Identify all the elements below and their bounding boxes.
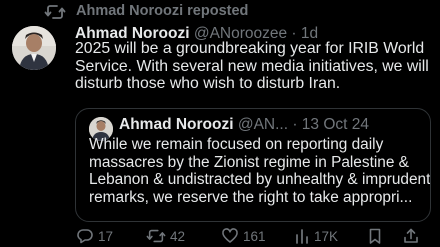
bookmark-button[interactable]	[367, 227, 383, 245]
like-count: 161	[243, 228, 266, 244]
share-button[interactable]	[402, 227, 420, 245]
quoted-author-handle-time: @AN... · 13 Oct 24	[233, 116, 370, 133]
repost-count: 42	[170, 228, 186, 244]
repost-button[interactable]: 42	[146, 227, 185, 245]
repost-label[interactable]: Ahmad Noroozi reposted	[76, 3, 248, 19]
reply-icon	[76, 227, 94, 245]
quoted-tweet-text: While we remain focused on reporting dai…	[89, 136, 431, 206]
tweet-action-bar: 17 42 161 17K	[0, 224, 440, 247]
share-icon	[402, 227, 420, 245]
quoted-author-name: Ahmad Noroozi	[119, 116, 234, 133]
heart-icon	[221, 227, 239, 245]
tweet-text: 2025 will be a groundbreaking year for I…	[75, 40, 429, 93]
quoted-tweet-header: Ahmad Noroozi @AN... · 13 Oct 24	[119, 116, 369, 134]
views-count: 17K	[314, 228, 339, 244]
quoted-tweet-card[interactable]: Ahmad Noroozi @AN... · 13 Oct 24 While w…	[75, 108, 431, 222]
views-chart-icon	[294, 227, 310, 245]
repost-icon	[44, 3, 66, 21]
views-button[interactable]: 17K	[294, 227, 338, 245]
author-avatar[interactable]	[12, 26, 56, 70]
repost-indicator: Ahmad Noroozi reposted	[0, 0, 440, 24]
repost-icon	[146, 227, 166, 245]
reply-count: 17	[98, 228, 114, 244]
bookmark-icon	[367, 227, 383, 245]
like-button[interactable]: 161	[221, 227, 266, 245]
reply-button[interactable]: 17	[76, 227, 113, 245]
